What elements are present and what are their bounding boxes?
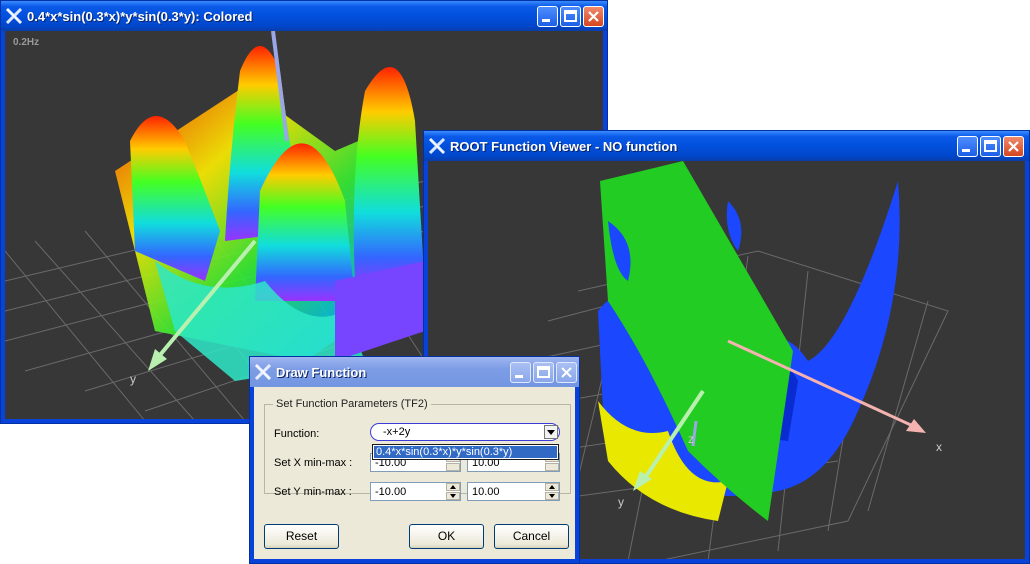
x-logo-icon — [6, 8, 22, 24]
spin-up-icon[interactable] — [545, 483, 559, 491]
fps-label: 0.2Hz — [13, 37, 40, 48]
spin-down-icon[interactable] — [545, 463, 559, 471]
close-icon — [1008, 141, 1019, 152]
function-dropdown-list[interactable]: 0.4*x*sin(0.3*x)*y*sin(0.3*y) — [372, 444, 559, 460]
z-axis-label: z — [688, 432, 694, 446]
x-logo-icon — [429, 138, 445, 154]
function-combobox[interactable]: -x+2y — [370, 423, 560, 441]
spin-up-icon[interactable] — [446, 483, 460, 491]
close-button[interactable] — [583, 6, 604, 27]
close-button[interactable] — [556, 362, 577, 383]
y-min-field[interactable]: -10.00 — [370, 482, 461, 501]
x-axis-label: x — [936, 440, 942, 454]
minimize-button[interactable] — [957, 136, 978, 157]
window1-y-axis-label: y — [130, 372, 136, 386]
dropdown-option[interactable]: 0.4*x*sin(0.3*x)*y*sin(0.3*y) — [374, 446, 557, 458]
minimize-button[interactable] — [537, 6, 558, 27]
y-range-label: Set Y min-max : — [274, 486, 352, 498]
minimize-icon — [515, 375, 523, 378]
close-icon — [561, 367, 572, 378]
y-axis-label: y — [618, 495, 624, 509]
spin-down-icon[interactable] — [446, 492, 460, 500]
x-range-label: Set X min-max : — [274, 457, 353, 469]
maximize-button[interactable] — [560, 6, 581, 27]
maximize-icon — [564, 10, 577, 22]
window2-titlebar[interactable]: ROOT Function Viewer - NO function — [424, 131, 1029, 161]
y-min-value: -10.00 — [375, 486, 407, 498]
dialog-title: Draw Function — [276, 365, 367, 380]
spin-down-icon[interactable] — [446, 463, 460, 471]
y-max-value: 10.00 — [472, 486, 500, 498]
maximize-icon — [537, 366, 550, 378]
maximize-button[interactable] — [533, 362, 554, 383]
dialog-titlebar[interactable]: Draw Function — [250, 357, 579, 387]
maximize-button[interactable] — [980, 136, 1001, 157]
cancel-button[interactable]: Cancel — [494, 524, 569, 549]
window1-title: 0.4*x*sin(0.3*x)*y*sin(0.3*y): Colored — [27, 9, 253, 24]
maximize-icon — [984, 140, 997, 152]
function-label: Function: — [274, 428, 320, 440]
close-icon — [588, 11, 599, 22]
window2-title: ROOT Function Viewer - NO function — [450, 139, 678, 154]
window1-titlebar[interactable]: 0.4*x*sin(0.3*x)*y*sin(0.3*y): Colored — [1, 1, 607, 31]
minimize-icon — [962, 149, 970, 152]
ok-button[interactable]: OK — [409, 524, 484, 549]
group-label: Set Function Parameters (TF2) — [276, 398, 428, 410]
dialog-body: Set Function Parameters (TF2) Function: … — [254, 387, 575, 559]
minimize-button[interactable] — [510, 362, 531, 383]
y-max-field[interactable]: 10.00 — [467, 482, 560, 501]
reset-button[interactable]: Reset — [264, 524, 339, 549]
spin-down-icon[interactable] — [545, 492, 559, 500]
draw-function-dialog: Draw Function Set Function Parameters (T… — [249, 356, 580, 564]
close-button[interactable] — [1003, 136, 1024, 157]
function-value: -x+2y — [383, 426, 411, 438]
x-logo-icon — [255, 364, 271, 380]
chevron-down-icon — [547, 430, 555, 435]
minimize-icon — [542, 19, 550, 22]
combo-dropdown-button[interactable] — [544, 425, 558, 439]
